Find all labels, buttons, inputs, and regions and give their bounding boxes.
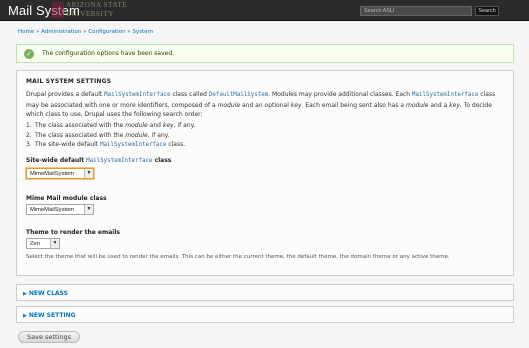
chevron-right-icon: ▶ <box>23 291 27 297</box>
check-icon: ✓ <box>24 49 34 59</box>
asu-logo: ARIZONA STATE UNIVERSITY <box>50 0 127 20</box>
new-setting-toggle[interactable]: ▶ NEW SETTING <box>23 312 76 319</box>
desc-code: DefaultMailSystem <box>208 92 269 98</box>
asu-logo-line2: UNIVERSITY <box>66 10 114 18</box>
label-text: class <box>152 157 172 164</box>
settings-legend: MAIL SYSTEM SETTINGS <box>26 78 112 85</box>
list-item: 2. The class associated with the module, … <box>26 131 195 141</box>
desc-emphasis: module <box>405 101 429 109</box>
mail-system-settings: MAIL SYSTEM SETTINGS Drupal provides a d… <box>16 70 514 276</box>
list-text: The site-wide default <box>35 141 101 148</box>
breadcrumb-home[interactable]: Home <box>18 29 34 35</box>
list-number: 2. <box>26 131 32 139</box>
select-value: MimeMailSystem <box>30 171 75 177</box>
list-number: 3. <box>26 141 32 148</box>
desc-text: . Modules may provide additional classes… <box>268 91 413 98</box>
desc-code: MailSystemInterface <box>412 92 479 98</box>
chevron-down-icon: ▼ <box>50 239 59 248</box>
list-emphasis: key <box>162 122 174 129</box>
breadcrumb-configuration[interactable]: Configuration <box>88 29 125 35</box>
list-text: , if any. <box>147 131 170 139</box>
search-order-list: 1. The class associated with the module a… <box>26 121 195 151</box>
list-text: The class associated with the <box>35 131 126 139</box>
list-emphasis: module <box>125 131 148 139</box>
asu-logo-line1: ARIZONA STATE <box>66 1 128 9</box>
sitewide-class-select[interactable]: MimeMailSystem ▼ <box>26 168 94 179</box>
select-value: Zen <box>30 241 40 247</box>
new-class-toggle[interactable]: ▶ NEW CLASS <box>23 290 68 297</box>
new-class-label: NEW CLASS <box>28 290 68 297</box>
search-input[interactable]: Search ASU <box>360 6 472 16</box>
label-text: Site-wide default <box>26 157 87 164</box>
label-code: MailSystemInterface <box>86 158 153 164</box>
status-text: The configuration options have been save… <box>42 50 175 57</box>
select-value: MimeMailSystem <box>30 207 75 213</box>
chevron-down-icon: ▼ <box>84 169 93 178</box>
mime-class-select[interactable]: MimeMailSystem ▼ <box>26 204 94 215</box>
theme-label: Theme to render the emails <box>26 229 120 236</box>
desc-text: and a <box>428 101 450 109</box>
desc-text: . Each email being sent also has a <box>301 101 406 109</box>
search-button[interactable]: Search <box>475 6 499 16</box>
breadcrumb-separator: » <box>36 29 40 35</box>
desc-emphasis: key <box>449 101 460 109</box>
desc-text: and an optional <box>240 101 291 109</box>
breadcrumb-separator: » <box>83 29 87 35</box>
list-text: class. <box>166 141 186 148</box>
asu-logo-mark <box>52 2 64 18</box>
list-text: and <box>147 122 163 129</box>
theme-help: Select the theme that will be used to re… <box>26 254 450 260</box>
chevron-down-icon: ▼ <box>84 205 93 214</box>
chevron-right-icon: ▶ <box>23 313 27 319</box>
breadcrumb-separator: » <box>127 29 131 35</box>
save-settings-button[interactable]: Save settings <box>18 331 80 343</box>
list-text: The class associated with the <box>35 122 126 129</box>
site-header: Mail System ARIZONA STATE UNIVERSITY Sea… <box>0 0 529 21</box>
list-code: MailSystemInterface <box>100 142 167 148</box>
list-item: 1. The class associated with the module a… <box>26 121 195 131</box>
list-number: 1. <box>26 122 32 129</box>
sitewide-class-label: Site-wide default MailSystemInterface cl… <box>26 157 171 164</box>
breadcrumb: Home » Administration » Configuration » … <box>18 29 153 35</box>
breadcrumb-administration[interactable]: Administration <box>41 29 81 35</box>
desc-emphasis: key <box>290 101 302 109</box>
new-setting-label: NEW SETTING <box>28 312 76 319</box>
new-class-fieldset: ▶ NEW CLASS <box>16 284 514 301</box>
desc-text: Drupal provides a default <box>26 91 105 98</box>
settings-description: Drupal provides a default MailSystemInte… <box>26 90 510 120</box>
breadcrumb-system[interactable]: System <box>132 29 153 35</box>
desc-text: class called <box>170 91 209 98</box>
list-text: , if any. <box>173 122 196 129</box>
new-setting-fieldset: ▶ NEW SETTING <box>16 306 514 323</box>
desc-emphasis: module <box>217 101 241 109</box>
list-item: 3. The site-wide default MailSystemInterf… <box>26 140 195 151</box>
status-message: ✓ The configuration options have been sa… <box>16 44 514 63</box>
mime-class-label: Mime Mail module class <box>26 195 107 202</box>
theme-select[interactable]: Zen ▼ <box>26 238 60 249</box>
list-emphasis: module <box>125 122 148 129</box>
desc-code: MailSystemInterface <box>104 92 171 98</box>
